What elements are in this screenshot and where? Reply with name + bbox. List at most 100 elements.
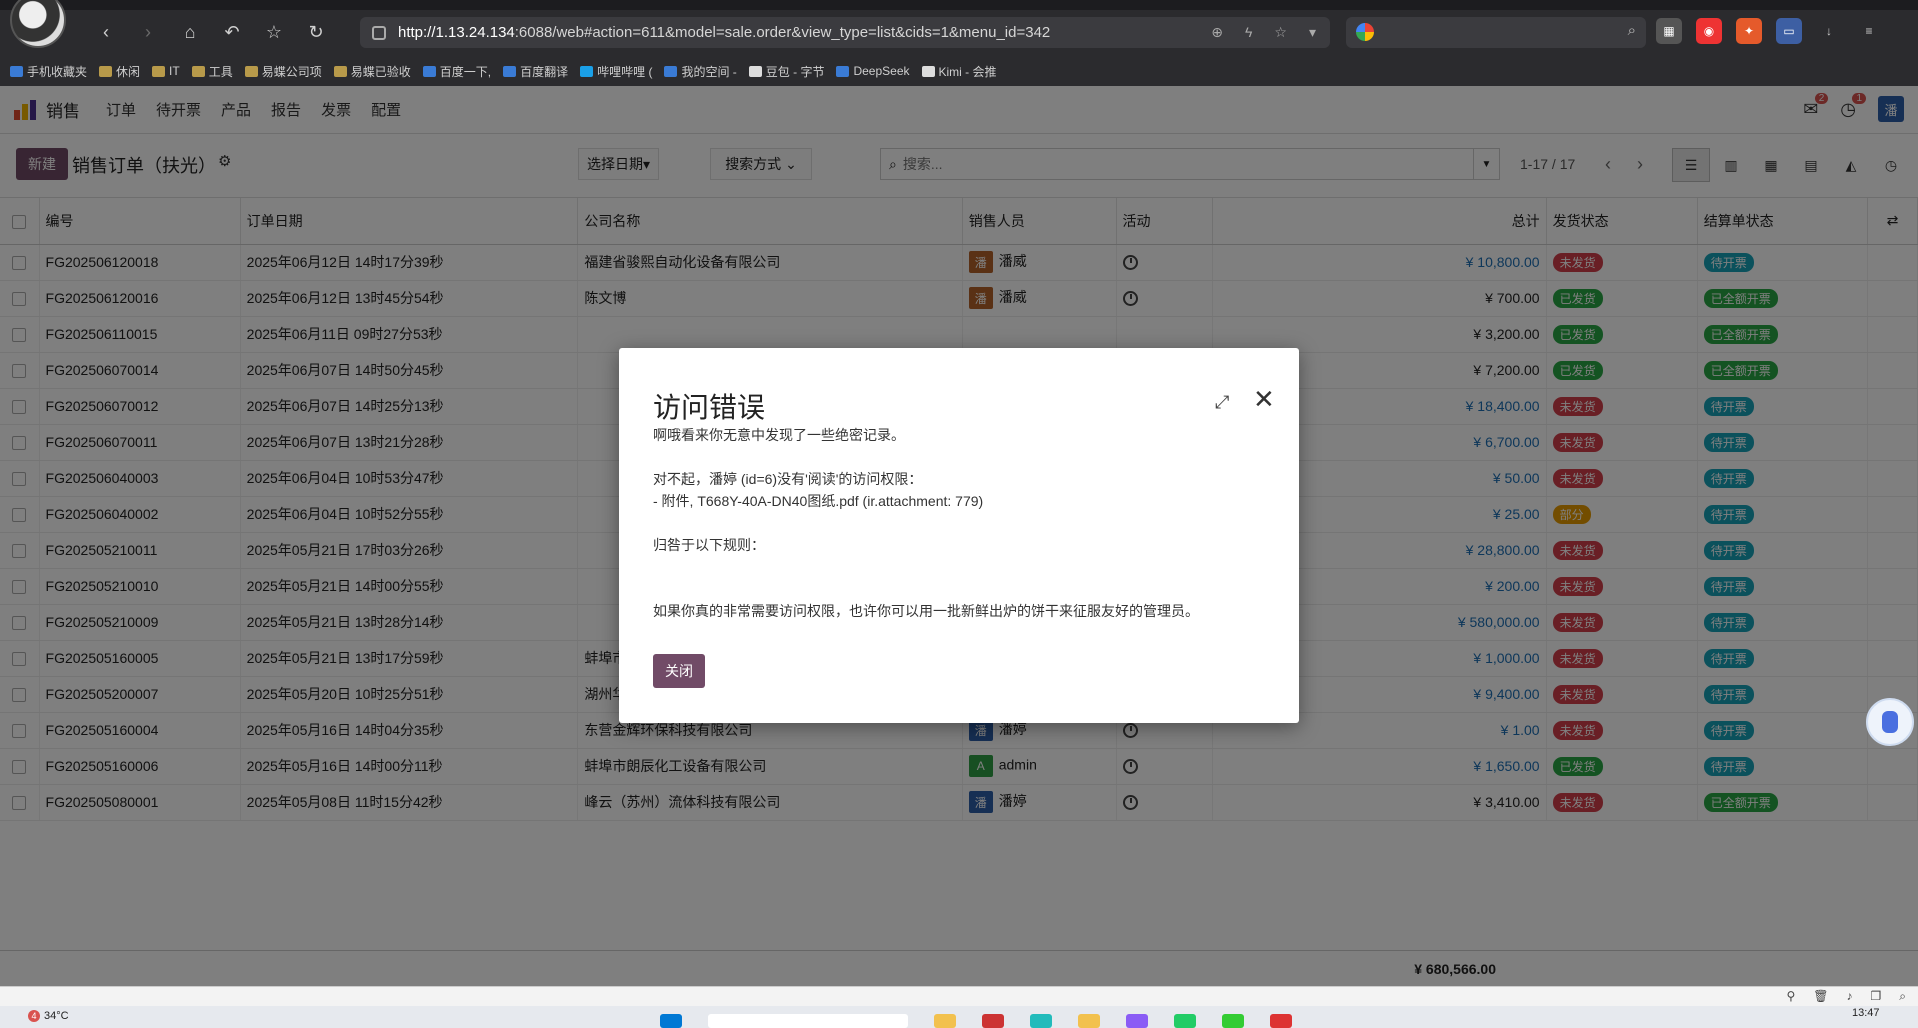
lock-icon[interactable] [372, 25, 386, 40]
bookmark-label: 哔哩哔哩 ( [597, 64, 653, 79]
wechat-icon[interactable] [1174, 1014, 1196, 1028]
window-icon[interactable]: ❐ [1871, 989, 1882, 1004]
reload-icon[interactable]: ↻ [302, 18, 330, 46]
bookmark-item[interactable]: DeepSeek [836, 64, 910, 78]
browser-status-bar: ⚲ 🗑 ♪ ❐ ⌕ [0, 986, 1918, 1006]
browser-toolbar: ‹ › ⌂ ↶ ☆ ↻ http://1.13.24.134:6088/web#… [0, 0, 1918, 86]
app-teal-icon[interactable] [1030, 1014, 1052, 1028]
taskbar-search-box[interactable] [708, 1014, 908, 1028]
menu-icon[interactable]: ≡ [1856, 18, 1882, 44]
browser-app-icon[interactable] [1126, 1014, 1148, 1028]
weather-widget[interactable]: 4 34°C [28, 1010, 69, 1022]
bookmark-item[interactable]: 我的空间 - [664, 63, 737, 80]
expand-icon[interactable]: ⤢ [1215, 392, 1229, 413]
bookmark-label: 易蝶已验收 [350, 64, 411, 79]
extension-red-icon[interactable]: ◉ [1696, 18, 1722, 44]
folder-app-icon[interactable] [1078, 1014, 1100, 1028]
folder-icon [191, 65, 205, 77]
app-red2-icon[interactable] [1270, 1014, 1292, 1028]
bilibili-icon [580, 65, 594, 77]
forward-icon[interactable]: › [134, 18, 162, 46]
search-icon[interactable]: ⌕ [1628, 22, 1636, 39]
url-path: :6088/web#action=611&model=sale.order&vi… [514, 24, 1051, 41]
assistant-floating-button[interactable] [1866, 698, 1914, 746]
dialog-title: 访问错误 [653, 392, 766, 423]
bookmark-item[interactable]: 豆包 - 字节 [748, 63, 825, 80]
star-icon[interactable]: ☆ [260, 18, 288, 46]
dialog-body: 啊哦看来你无意中发现了一些绝密记录。 对不起，潘婷 (id=6)没有'阅读'的访… [653, 424, 1273, 622]
bookmark-item[interactable]: 百度一下, [422, 63, 492, 80]
dialog-line-attachment: - 附件, T668Y-40A-DN40图纸.pdf (ir.attachmen… [653, 493, 984, 509]
bookmark-label: 百度一下, [439, 64, 492, 79]
bookmark-item[interactable]: 手机收藏夹 [10, 63, 87, 80]
bookmark-label: IT [169, 64, 180, 78]
google-icon [1356, 23, 1374, 41]
close-icon[interactable]: ✕ [1253, 384, 1275, 415]
folder-icon [244, 65, 258, 77]
dialog-line-denied: 对不起，潘婷 (id=6)没有'阅读'的访问权限： [653, 471, 923, 487]
deepseek-icon [836, 65, 850, 77]
game-icon[interactable]: ✦ [1736, 18, 1762, 44]
bookmark-star-icon[interactable]: ☆ [1274, 24, 1287, 41]
weather-temp: 34°C [44, 1010, 69, 1022]
bookmark-label: Kimi - 会推 [938, 64, 997, 79]
dropdown-icon[interactable]: ▾ [1309, 24, 1316, 41]
bookmark-label: 休闲 [116, 64, 141, 79]
app-red-icon[interactable] [982, 1014, 1004, 1028]
bookmark-folder[interactable]: 工具 [191, 63, 233, 80]
url-host: http://1.13.24.134 [398, 24, 515, 41]
zoom-search-icon[interactable]: ⌕ [1899, 989, 1906, 1004]
bookmark-folder[interactable]: 易蝶已验收 [333, 63, 411, 80]
pin-icon[interactable]: ⚲ [1786, 989, 1795, 1004]
assistant-icon [1882, 711, 1898, 733]
close-button[interactable]: 关闭 [653, 654, 705, 688]
access-error-dialog: 访问错误 ⤢ ✕ 啊哦看来你无意中发现了一些绝密记录。 对不起，潘婷 (id=6… [619, 348, 1299, 723]
bookmark-label: 百度翻译 [520, 64, 569, 79]
bookmark-item[interactable]: 百度翻译 [503, 63, 568, 80]
url-text[interactable]: http://1.13.24.134:6088/web#action=611&m… [398, 24, 1211, 41]
address-bar[interactable]: http://1.13.24.134:6088/web#action=611&m… [360, 17, 1330, 48]
undo-icon[interactable]: ↶ [218, 18, 246, 46]
windows-start-icon[interactable] [660, 1014, 682, 1028]
download-icon[interactable]: ↓ [1816, 18, 1842, 44]
os-taskbar: 4 34°C 13:47 [0, 1006, 1918, 1028]
bookmark-page-icon [10, 65, 23, 77]
folder-icon [152, 65, 166, 77]
zoom-icon[interactable]: ⊕ [1211, 24, 1223, 41]
browser-search-box[interactable]: ⌕ [1346, 17, 1646, 48]
bookmark-item[interactable]: Kimi - 会推 [921, 63, 997, 80]
back-icon[interactable]: ‹ [92, 18, 120, 46]
dialog-line-intro: 啊哦看来你无意中发现了一些绝密记录。 [653, 427, 905, 443]
app-green-icon[interactable] [1222, 1014, 1244, 1028]
browser-nav-buttons: ‹ › ⌂ ↶ ☆ ↻ [92, 18, 330, 46]
trash-icon[interactable]: 🗑 [1813, 989, 1828, 1004]
volume-icon[interactable]: ♪ [1847, 989, 1853, 1004]
extension-blue-icon[interactable]: ▭ [1776, 18, 1802, 44]
lightning-icon[interactable]: ϟ [1245, 24, 1252, 41]
taskbar-apps [660, 1014, 1292, 1028]
bookmark-folder[interactable]: 易蝶公司项 [244, 63, 322, 80]
extension-icons: ▦ ◉ ✦ ▭ ↓ ≡ [1656, 18, 1882, 44]
bookmark-item[interactable]: 哔哩哔哩 ( [580, 63, 652, 80]
bookmarks-bar: 手机收藏夹 休闲 IT 工具 易蝶公司项 易蝶已验收 百度一下, 百度翻译 哔哩… [0, 58, 997, 84]
bookmark-label: 手机收藏夹 [27, 64, 88, 79]
bookmark-label: 我的空间 - [681, 64, 737, 79]
folder-icon [99, 65, 113, 77]
qzone-icon [664, 65, 678, 77]
file-explorer-icon[interactable] [934, 1014, 956, 1028]
bookmark-folder[interactable]: 休闲 [99, 63, 140, 80]
apps-grid-icon[interactable]: ▦ [1656, 18, 1682, 44]
tab-strip [0, 0, 1918, 10]
dialog-line-rules: 归咎于以下规则： [653, 537, 765, 553]
kimi-icon [921, 65, 935, 77]
bookmark-label: 豆包 - 字节 [765, 64, 825, 79]
home-icon[interactable]: ⌂ [176, 18, 204, 46]
profile-avatar[interactable] [10, 0, 66, 48]
translate-icon [503, 65, 517, 77]
taskbar-clock[interactable]: 13:47 [1852, 1007, 1880, 1019]
bookmark-folder[interactable]: IT [152, 64, 180, 78]
status-bar-icons: ⚲ 🗑 ♪ ❐ ⌕ [1786, 989, 1906, 1004]
weather-badge: 4 [28, 1010, 40, 1022]
doubao-icon [748, 65, 762, 77]
folder-icon [333, 65, 347, 77]
